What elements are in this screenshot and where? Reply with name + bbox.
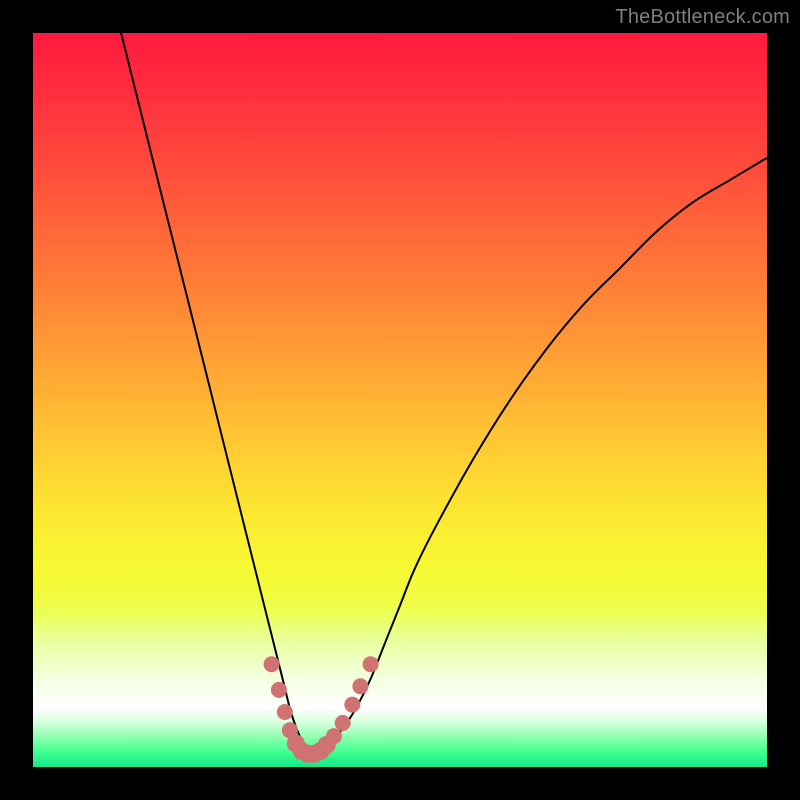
plot-area — [33, 33, 767, 767]
curve-svg — [33, 33, 767, 767]
watermark-text: TheBottleneck.com — [615, 6, 790, 29]
chart-stage: TheBottleneck.com — [0, 0, 800, 800]
optimum-marker — [363, 656, 379, 672]
optimum-marker — [264, 656, 280, 672]
optimum-marker — [344, 697, 360, 713]
optimum-marker — [335, 715, 351, 731]
optimum-marker — [326, 728, 342, 744]
optimum-marker — [271, 682, 287, 698]
bottleneck-curve — [121, 33, 767, 753]
optimum-marker — [352, 678, 368, 694]
optimum-marker — [277, 704, 293, 720]
